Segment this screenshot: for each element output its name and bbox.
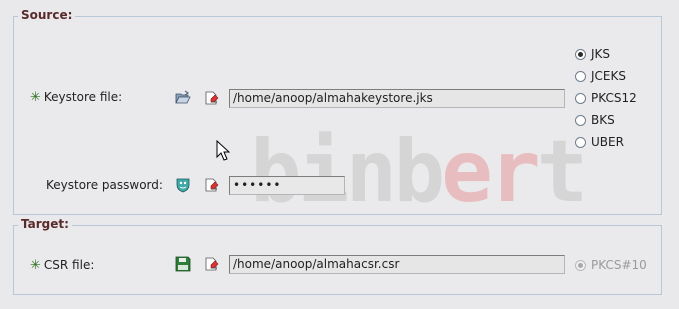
mouse-cursor-icon bbox=[216, 140, 230, 161]
keystore-password-label: Keystore password: bbox=[46, 178, 163, 192]
required-marker-icon: ✳ bbox=[30, 258, 41, 273]
clear-eraser-icon[interactable] bbox=[204, 90, 220, 106]
clear-eraser-icon[interactable] bbox=[204, 177, 220, 193]
csr-format-pkcs10-radio: PKCS#10 bbox=[575, 258, 647, 272]
watermark-logo: binbert bbox=[250, 122, 588, 222]
csr-file-label: ✳ CSR file: bbox=[30, 258, 95, 273]
target-group-title: Target: bbox=[18, 217, 72, 231]
keystore-file-label: ✳ Keystore file: bbox=[30, 90, 123, 105]
password-mask-icon[interactable] bbox=[175, 177, 191, 193]
required-marker-icon: ✳ bbox=[30, 90, 41, 105]
keystore-type-jks-radio[interactable]: JKS bbox=[575, 47, 610, 61]
keystore-password-input[interactable]: •••••• bbox=[229, 176, 345, 195]
radio-indicator bbox=[575, 70, 586, 82]
keystore-type-jceks-radio[interactable]: JCEKS bbox=[575, 69, 626, 83]
radio-indicator bbox=[575, 259, 586, 271]
open-folder-icon[interactable] bbox=[175, 90, 191, 106]
radio-indicator bbox=[575, 48, 586, 60]
source-group-title: Source: bbox=[18, 8, 76, 22]
radio-indicator bbox=[575, 92, 586, 104]
save-disk-icon[interactable] bbox=[175, 256, 191, 272]
csr-file-input[interactable]: /home/anoop/almahacsr.csr bbox=[229, 255, 565, 274]
keystore-type-pkcs12-radio[interactable]: PKCS12 bbox=[575, 91, 637, 105]
keystore-file-input[interactable]: /home/anoop/almahakeystore.jks bbox=[229, 89, 565, 108]
clear-eraser-icon[interactable] bbox=[204, 256, 220, 272]
